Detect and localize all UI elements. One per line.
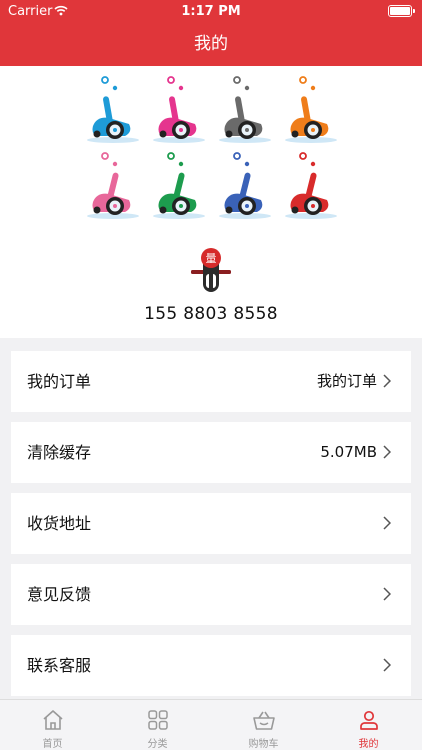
chevron-right-icon xyxy=(383,516,391,530)
scooter-figure xyxy=(285,76,337,143)
tab-cart[interactable]: 购物车 xyxy=(211,700,316,750)
page-title: 我的 xyxy=(0,22,422,66)
chevron-right-icon xyxy=(383,445,391,459)
menu-item-label: 收货地址 xyxy=(27,514,92,533)
person-icon xyxy=(360,710,378,730)
home-icon xyxy=(43,710,63,730)
menu-item-feedback[interactable]: 意见反馈 xyxy=(11,564,411,625)
brand-logo: 量 xyxy=(191,248,231,292)
menu-item-label: 联系客服 xyxy=(27,656,92,675)
menu-item-clear-cache[interactable]: 清除缓存 5.07MB xyxy=(11,422,411,483)
menu-item-label: 意见反馈 xyxy=(27,585,92,604)
tab-label: 首页 xyxy=(42,739,63,750)
status-time: 1:17 PM xyxy=(181,4,241,19)
cache-size-value: 5.07MB xyxy=(320,443,377,461)
tab-label: 分类 xyxy=(147,739,168,750)
menu-item-label: 我的订单 xyxy=(27,372,92,391)
battery-icon xyxy=(388,5,415,17)
tab-mine[interactable]: 我的 xyxy=(316,700,421,750)
tab-label: 购物车 xyxy=(248,739,279,750)
scooter-figure xyxy=(153,76,205,143)
menu-item-orders[interactable]: 我的订单 我的订单 xyxy=(11,351,411,412)
grid-icon xyxy=(148,710,168,730)
tab-home[interactable]: 首页 xyxy=(0,700,105,750)
profile-header: 量 155 8803 8558 xyxy=(0,66,422,338)
scooter-figure xyxy=(87,152,139,219)
tab-category[interactable]: 分类 xyxy=(105,700,210,750)
scooter-illustration xyxy=(87,76,337,219)
menu-item-value: 我的订单 xyxy=(316,372,377,390)
menu-item-label: 清除缓存 xyxy=(27,443,92,462)
tab-bar: 首页 分类 购物车 我的 xyxy=(0,699,422,750)
scooter-figure xyxy=(153,152,205,219)
phone-number: 155 8803 8558 xyxy=(144,304,278,324)
scooter-figure xyxy=(219,152,271,219)
menu-item-customer-service[interactable]: 联系客服 xyxy=(11,635,411,696)
chevron-right-icon xyxy=(383,587,391,601)
chevron-right-icon xyxy=(383,658,391,672)
menu-item-shipping-address[interactable]: 收货地址 xyxy=(11,493,411,554)
chevron-right-icon xyxy=(383,374,391,388)
status-bar: Carrier 1:17 PM xyxy=(0,0,422,22)
tab-label: 我的 xyxy=(358,739,379,750)
scooter-figure xyxy=(219,76,271,143)
scooter-figure xyxy=(87,76,139,143)
logo-character: 量 xyxy=(206,252,217,265)
basket-icon xyxy=(253,711,275,730)
scooter-figure xyxy=(285,152,337,219)
